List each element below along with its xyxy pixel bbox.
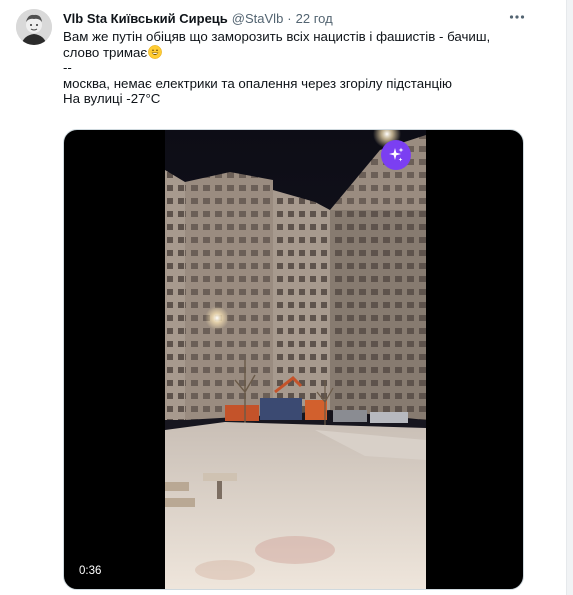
tweet-text-line: --	[63, 60, 72, 75]
timestamp[interactable]: 22 год	[296, 11, 333, 26]
author-handle[interactable]: @StaVlb	[232, 11, 284, 26]
tweet-text-line: Вам же путін обіцяв що заморозить всіх н…	[63, 29, 491, 44]
tweet-header: Vlb Sta Київський Сирець @StaVlb · 22 го…	[63, 9, 333, 27]
tweet-text-line: На вулиці -27°C	[63, 91, 161, 106]
sparkles-icon	[389, 147, 404, 162]
tweet-text-line: москва, немає електрики та опалення чере…	[63, 75, 453, 91]
tweet-text-line: слово тримає	[63, 44, 148, 60]
header-separator: ·	[287, 10, 292, 26]
video-player[interactable]: 0:36	[63, 129, 524, 590]
video-duration: 0:36	[74, 562, 107, 580]
video-frame[interactable]	[165, 130, 426, 589]
more-horizontal-icon	[509, 15, 525, 19]
author-display-name[interactable]: Vlb Sta Київський Сирець	[63, 11, 228, 26]
video-thumbnail	[165, 130, 426, 589]
ai-sparkle-badge[interactable]	[381, 140, 411, 170]
avatar[interactable]	[16, 9, 52, 45]
tweet-card[interactable]: Vlb Sta Київський Сирець @StaVlb · 22 го…	[0, 0, 573, 595]
tweet-text-line-with-emoji: слово тримає	[63, 45, 533, 61]
tweet-text: Вам же путін обіцяв що заморозить всіх н…	[63, 29, 533, 107]
more-options-button[interactable]	[506, 8, 528, 26]
grinning-face-emoji-icon	[148, 44, 163, 59]
scrollbar-track[interactable]	[566, 0, 573, 595]
